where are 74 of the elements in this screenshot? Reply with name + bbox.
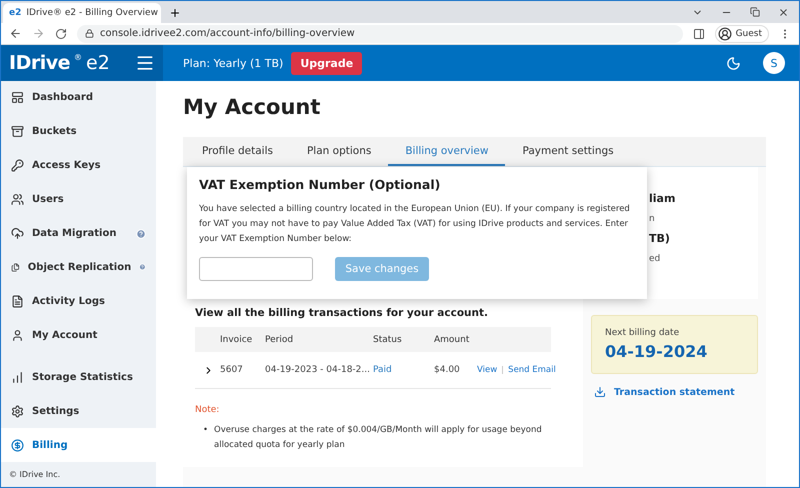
upgrade-button[interactable]: Upgrade — [291, 52, 362, 74]
copyright-text: © IDrive Inc. — [8, 469, 62, 481]
cloud-upload-icon — [11, 227, 24, 240]
note-text: Overuse charges at the rate of $0.004/GB/Month will apply for usage beyond allocated quota for yearly plan — [214, 424, 543, 452]
user-avatar[interactable]: S — [763, 52, 785, 74]
profile-button[interactable]: Guest — [714, 24, 769, 42]
restore-icon[interactable] — [750, 7, 760, 17]
billing-date: 04-19-2024 — [605, 342, 708, 361]
address-bar[interactable]: console.idrivee2.com/account-info/billing-overview — [77, 24, 683, 42]
column-header: Period — [265, 334, 294, 344]
users-icon — [11, 193, 24, 206]
side-panel-icon[interactable] — [692, 28, 705, 40]
files-icon — [11, 260, 20, 274]
sidebar-item[interactable]: Buckets — [1, 114, 156, 149]
dashboard-icon — [11, 91, 24, 104]
popover-text: You have selected a billing country located in the European Union (EU). If your company is registered for VAT you may not have to pay Value Added Tax (VAT) for using IDrive products and services. Enter your VAT Exemption Number below: — [199, 203, 631, 246]
section-heading: View all the billing transactions for your account. — [195, 307, 490, 319]
back-icon[interactable] — [9, 27, 22, 40]
sidebar-item[interactable]: Settings — [1, 394, 156, 428]
settings-icon — [11, 404, 24, 418]
sidebar-item[interactable]: Billing — [1, 428, 156, 462]
status-text: Paid — [373, 365, 393, 375]
column-header: Status — [373, 334, 403, 344]
sidebar-item[interactable]: Dashboard — [1, 81, 156, 115]
logo-suffix: e2 — [86, 52, 110, 74]
moon-icon[interactable] — [726, 56, 741, 70]
sidebar-item[interactable]: Access Keys — [1, 148, 156, 183]
summary-label: n — [649, 214, 656, 226]
favicon: e2 — [9, 8, 22, 18]
logo: IDrive — [9, 52, 70, 74]
reload-icon[interactable] — [55, 28, 67, 40]
bar-chart-icon — [11, 370, 24, 384]
registered-mark: ® — [74, 53, 82, 62]
help-icon[interactable] — [136, 228, 146, 239]
sidebar-item[interactable]: Storage Statistics — [1, 360, 156, 394]
tab-title: IDrive® e2 - Billing Overview — [26, 8, 158, 18]
browser-tab[interactable]: e2 IDrive® e2 - Billing Overview — [3, 3, 161, 23]
action-link[interactable]: Send Email — [508, 365, 556, 375]
help-icon[interactable] — [139, 262, 146, 272]
column-header: Amount — [434, 334, 470, 344]
summary-label: ed — [649, 254, 662, 266]
transaction-statement-link[interactable]: Transaction statement — [591, 386, 758, 398]
new-tab-icon[interactable] — [169, 7, 181, 19]
tab[interactable]: Profile details — [185, 137, 290, 166]
dollar-icon — [11, 438, 24, 452]
table-cell-text: 04-19-2023 - 04-18-2... — [265, 365, 371, 375]
sidebar-item[interactable]: Object Replication — [1, 250, 156, 284]
page-title: My Account — [183, 95, 322, 121]
plan-label: Plan: Yearly (1 TB) — [183, 56, 284, 70]
sidebar-item[interactable]: My Account — [1, 318, 156, 352]
summary-text: liam — [649, 192, 676, 207]
bucket-icon — [11, 125, 24, 138]
popover-title: VAT Exemption Number (Optional) — [199, 177, 442, 192]
tab[interactable]: Payment settings — [505, 137, 631, 166]
user-icon — [11, 328, 24, 342]
sidebar-item[interactable]: Data Migration — [1, 216, 156, 251]
document-icon — [11, 294, 24, 308]
action-link[interactable]: View — [477, 365, 498, 375]
billing-date-label: Next billing date — [605, 328, 680, 338]
column-header: Invoice — [220, 334, 254, 344]
bullet: • — [203, 424, 208, 437]
note-label: Note: — [195, 405, 220, 415]
download-icon — [594, 386, 606, 398]
summary-text: TB) — [649, 232, 671, 247]
vat-number-field[interactable] — [199, 257, 313, 281]
table-cell-text: 5607 — [220, 365, 244, 375]
tab[interactable]: Plan options — [290, 137, 388, 166]
sidebar-item[interactable]: Users — [1, 182, 156, 217]
table-cell-text: $4.00 — [434, 365, 461, 375]
avatar-icon — [718, 26, 732, 40]
lock-icon — [85, 29, 94, 38]
sidebar-item[interactable]: Activity Logs — [1, 284, 156, 318]
key-icon — [11, 159, 24, 172]
close-icon[interactable] — [778, 7, 789, 18]
